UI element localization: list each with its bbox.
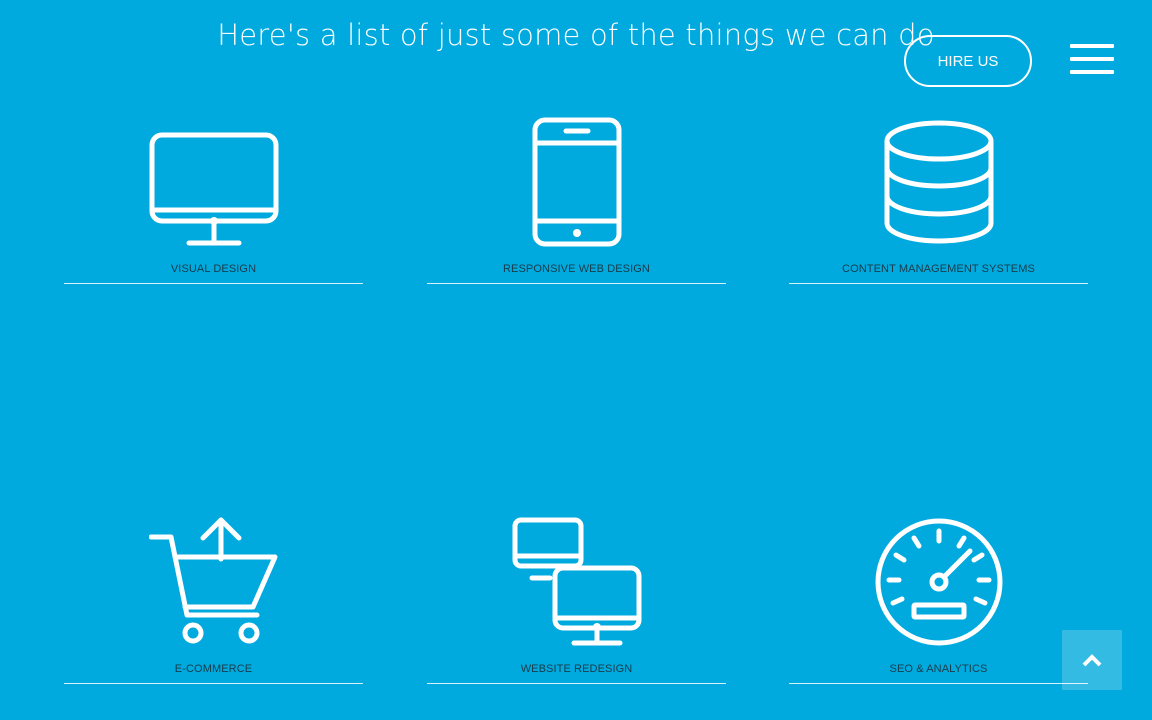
service-label: E-COMMERCE <box>174 663 253 675</box>
database-icon <box>874 117 1004 247</box>
service-content-management-systems[interactable]: CONTENT MANAGEMENT SYSTEMS <box>789 117 1088 297</box>
divider <box>64 283 363 284</box>
smartphone-icon <box>512 117 642 247</box>
shopping-cart-icon <box>149 517 279 647</box>
desktop-monitor-icon <box>149 117 279 247</box>
hamburger-menu-icon[interactable] <box>1070 44 1114 74</box>
service-responsive-web-design[interactable]: RESPONSIVE WEB DESIGN <box>427 117 726 297</box>
divider <box>427 683 726 684</box>
service-label: RESPONSIVE WEB DESIGN <box>503 263 650 275</box>
service-label: WEBSITE REDESIGN <box>520 663 633 675</box>
divider <box>789 283 1088 284</box>
service-label: VISUAL DESIGN <box>170 263 257 275</box>
hire-us-button[interactable]: HIRE US <box>904 35 1032 87</box>
chevron-up-icon <box>1082 654 1102 667</box>
service-label: SEO & ANALYTICS <box>889 663 988 675</box>
scroll-to-top-button[interactable] <box>1062 630 1122 690</box>
service-visual-design[interactable]: VISUAL DESIGN <box>64 117 363 297</box>
service-label: CONTENT MANAGEMENT SYSTEMS <box>842 263 1035 275</box>
divider <box>64 683 363 684</box>
service-seo-analytics[interactable]: SEO & ANALYTICS <box>789 517 1088 697</box>
two-monitors-icon <box>512 517 642 647</box>
hire-us-label: HIRE US <box>937 52 999 70</box>
divider <box>789 683 1088 684</box>
service-website-redesign[interactable]: WEBSITE REDESIGN <box>427 517 726 697</box>
speedometer-icon <box>874 517 1004 647</box>
service-e-commerce[interactable]: E-COMMERCE <box>64 517 363 697</box>
divider <box>427 283 726 284</box>
